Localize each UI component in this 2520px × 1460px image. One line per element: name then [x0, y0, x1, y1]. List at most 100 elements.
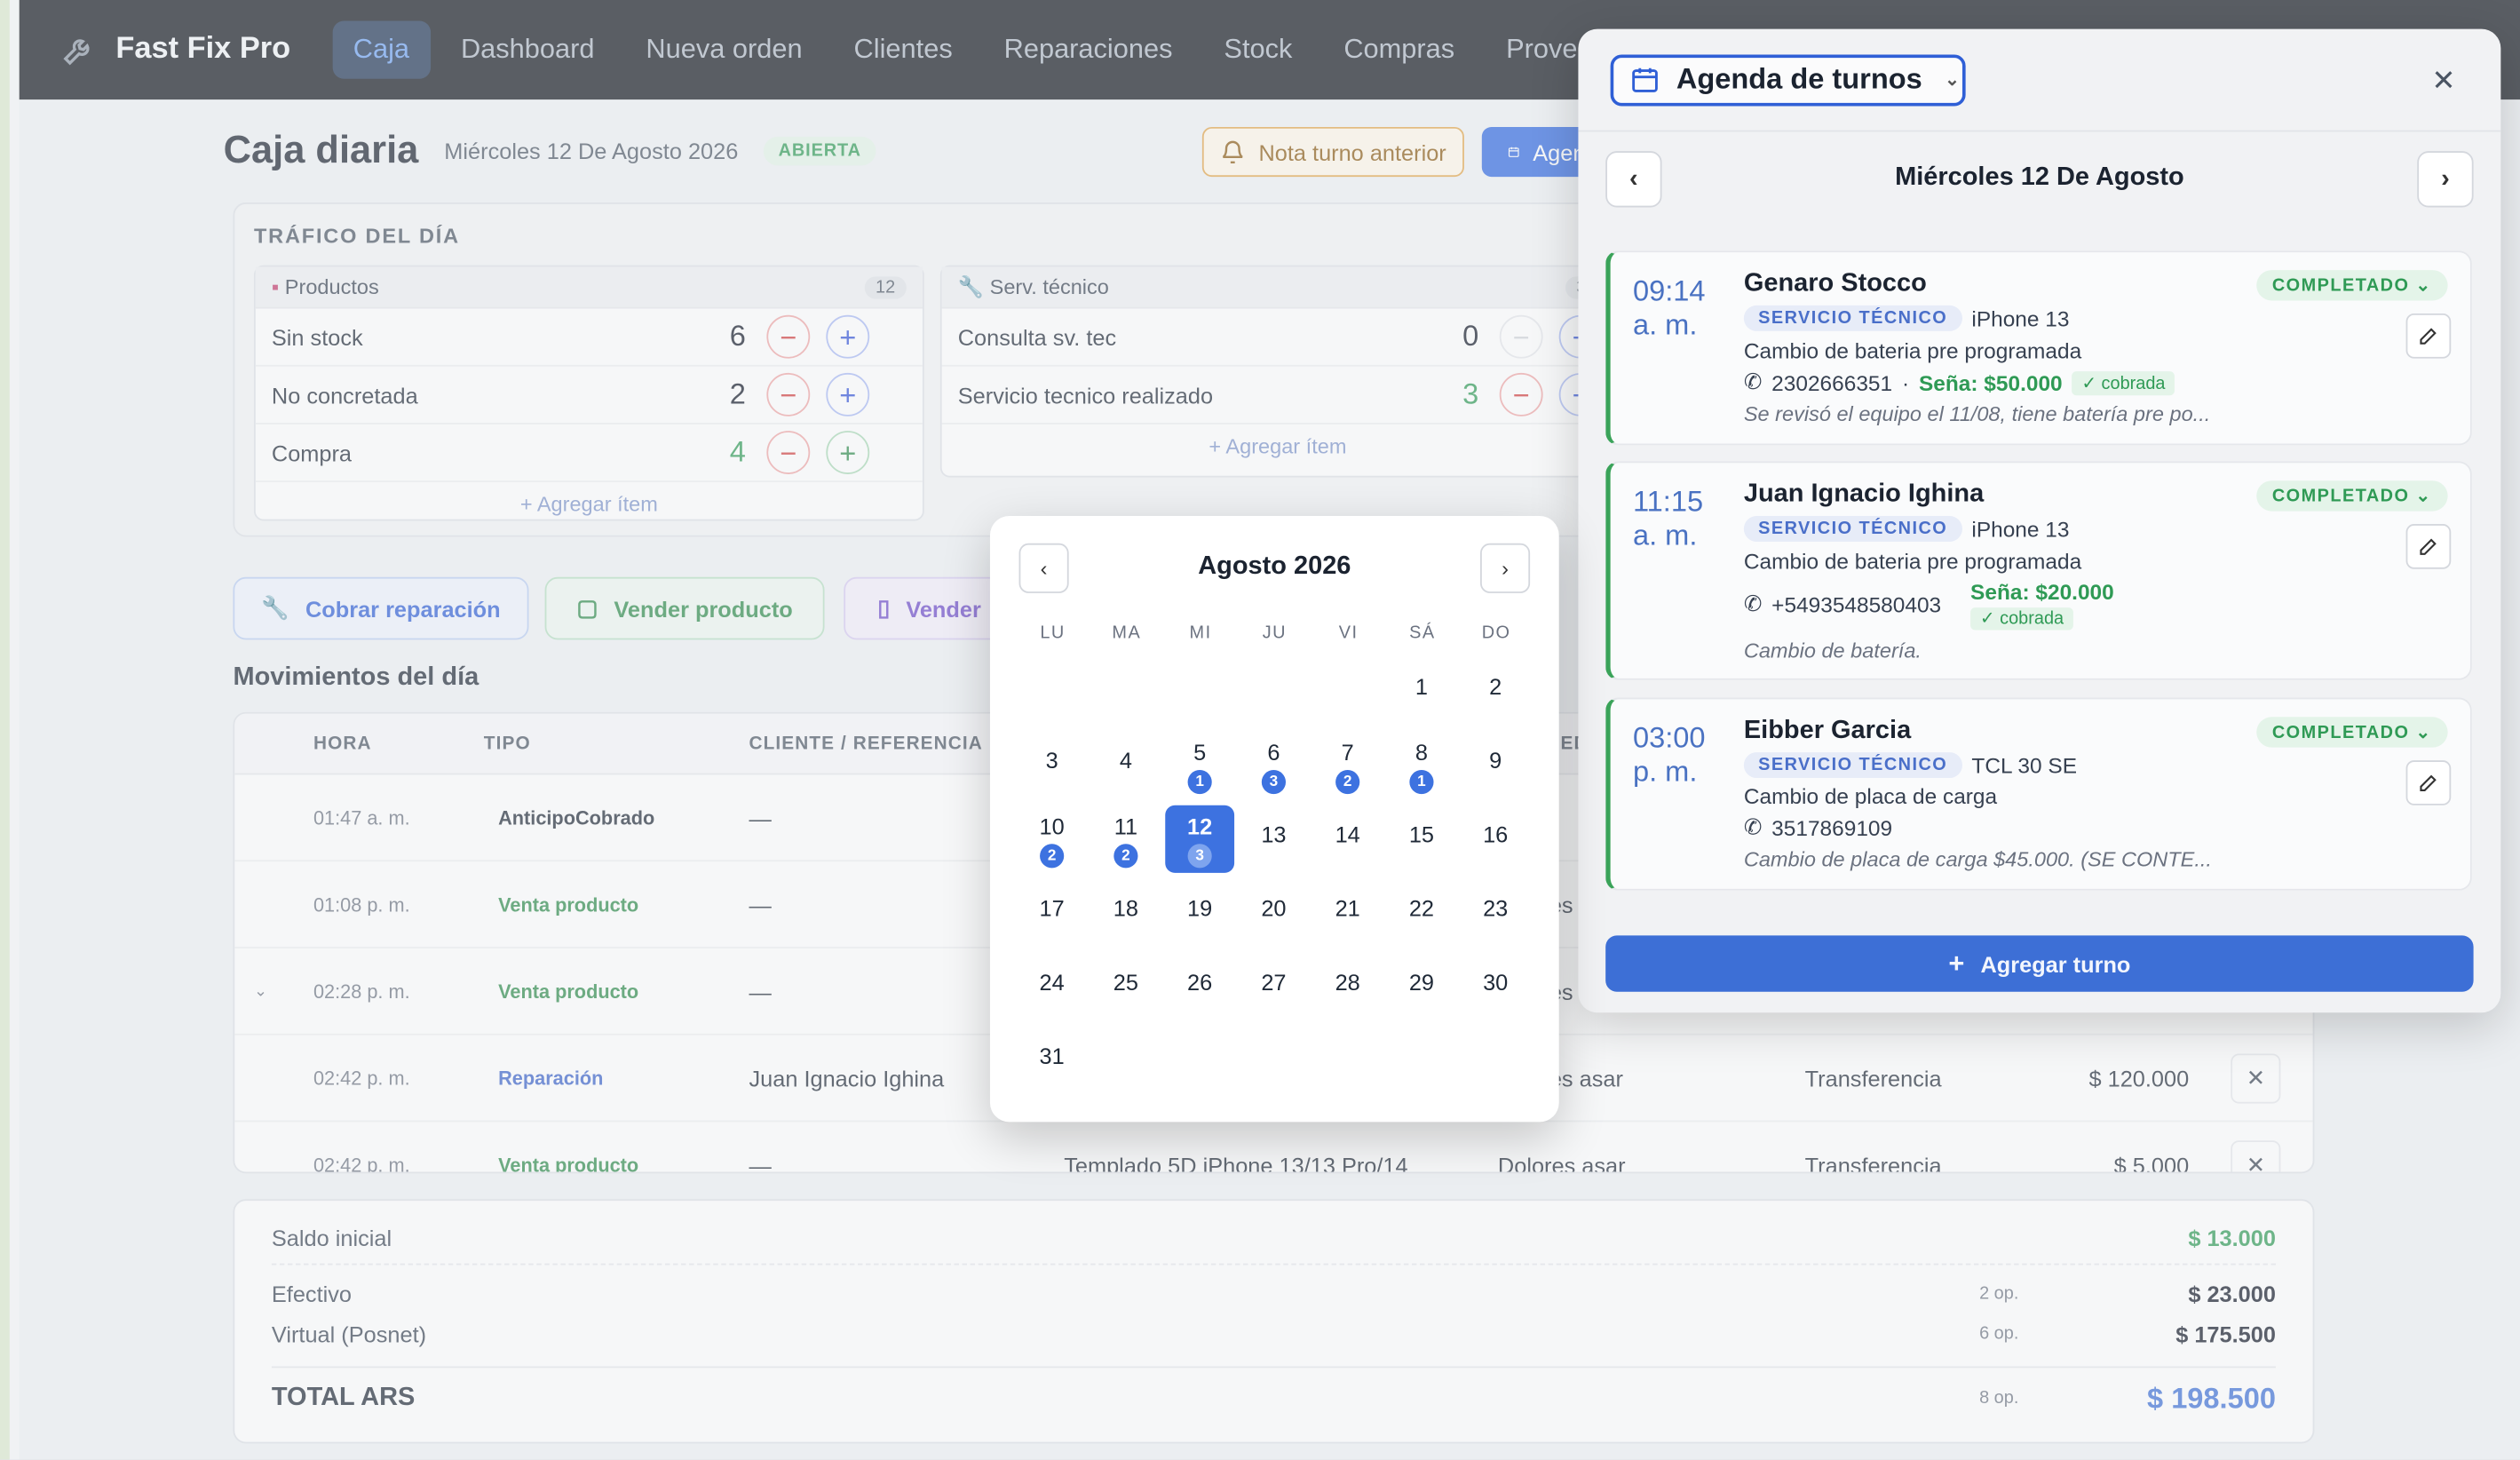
appt-desc: Cambio de bateria pre programada — [1743, 338, 2082, 364]
calendar-day[interactable]: 51 — [1165, 732, 1234, 799]
calendar-day[interactable]: 17 — [1018, 895, 1087, 963]
calendar-day[interactable]: 29 — [1387, 969, 1456, 1036]
day-number: 4 — [1119, 747, 1132, 774]
appointment-card[interactable]: 11:15 a. m. Juan Ignacio Ighina COMPLETAD… — [1605, 461, 2472, 680]
calendar-icon — [1632, 67, 1658, 92]
calendar-day[interactable]: 9 — [1461, 748, 1530, 815]
calendar-day[interactable]: 22 — [1387, 895, 1456, 963]
calendar-day[interactable]: 13 — [1240, 821, 1309, 889]
appt-sena: Seña: $20.000 — [1970, 580, 2114, 605]
calendar-day[interactable]: 30 — [1461, 969, 1530, 1036]
day-number: 20 — [1261, 895, 1287, 922]
day-number: 10 — [1039, 813, 1065, 839]
appointment-count-badge: 2 — [1335, 769, 1360, 795]
calendar-day[interactable]: 16 — [1461, 821, 1530, 889]
appointment-count-badge: 2 — [1113, 844, 1138, 869]
cobrada-badge: ✓ cobrada — [1970, 607, 2073, 631]
weekday-label: LU — [1040, 623, 1066, 643]
calendar-day[interactable]: 63 — [1240, 732, 1309, 799]
appointment-count-badge: 1 — [1409, 769, 1434, 795]
appt-tag-line: SERVICIO TÉCNICO iPhone 13 — [1743, 516, 2069, 542]
calendar-day[interactable]: 81 — [1387, 732, 1456, 799]
day-number: 16 — [1483, 821, 1509, 847]
calendar-day[interactable]: 31 — [1018, 1043, 1087, 1111]
appt-hour: 11:15 — [1632, 485, 1704, 518]
close-icon[interactable]: ✕ — [2431, 64, 2455, 98]
day-number: 15 — [1408, 821, 1435, 847]
appt-desc: Cambio de bateria pre programada — [1743, 550, 2082, 575]
calendar-day[interactable]: 72 — [1313, 732, 1383, 799]
appt-tag-line: SERVICIO TÉCNICO TCL 30 SE — [1743, 752, 2077, 779]
calendar-day[interactable]: 23 — [1461, 895, 1530, 963]
day-number: 23 — [1483, 895, 1509, 922]
calendar-day[interactable]: 14 — [1313, 821, 1383, 889]
calendar-day[interactable]: 10 2 — [1018, 805, 1087, 873]
calendar-day[interactable]: 26 — [1165, 969, 1234, 1036]
appt-ampm: a. m. — [1632, 519, 1698, 551]
calendar-day[interactable]: 11 2 — [1091, 805, 1161, 873]
add-appointment-button[interactable]: + Agregar turno — [1605, 935, 2474, 992]
edit-icon[interactable] — [2405, 313, 2452, 359]
day-number: 18 — [1113, 895, 1138, 922]
app-window: Fast Fix Pro Caja Dashboard Nueva orden … — [0, 0, 2520, 1460]
appt-note: Cambio de batería. — [1743, 638, 1922, 663]
next-day-button[interactable]: › — [2417, 151, 2474, 208]
appt-ampm: p. m. — [1632, 755, 1698, 788]
day-number: 7 — [1341, 739, 1354, 766]
appt-device: iPhone 13 — [1971, 305, 2070, 330]
appointment-card[interactable]: 09:14 a. m. Genaro Stocco COMPLETADO ⌄ SE… — [1605, 250, 2472, 446]
calendar-day[interactable]: 19 — [1165, 895, 1234, 963]
appt-hour: 03:00 — [1632, 721, 1706, 754]
weekday-label: VI — [1338, 623, 1359, 643]
status-dropdown[interactable]: COMPLETADO ⌄ — [2255, 717, 2448, 748]
appt-contact-line: ✆ +5493548580403 — [1744, 591, 1941, 617]
day-number: 1 — [1415, 673, 1428, 700]
appt-sena: Seña: $50.000 — [1918, 370, 2063, 395]
status-label: COMPLETADO — [2271, 723, 2410, 743]
appt-sena-block: Seña: $20.000 ✓ cobrada — [1970, 580, 2114, 631]
day-number: 14 — [1335, 821, 1360, 847]
calendar-day[interactable]: 2 — [1461, 673, 1530, 741]
appt-contact-line: ✆ 3517869109 — [1744, 815, 1892, 841]
day-number: 2 — [1489, 673, 1502, 700]
panel-header: Agenda de turnos ⌄ ✕ — [1578, 29, 2501, 132]
calendar-day[interactable]: 25 — [1091, 969, 1161, 1036]
appointment-card[interactable]: 03:00 p. m. Eibber Garcia COMPLETADO ⌄ SE… — [1605, 697, 2472, 891]
status-dropdown[interactable]: COMPLETADO ⌄ — [2255, 480, 2448, 512]
phone-icon: ✆ — [1743, 369, 1763, 394]
agenda-selector[interactable]: Agenda de turnos ⌄ — [1610, 53, 1966, 106]
day-number: 3 — [1045, 747, 1058, 774]
calendar-day[interactable]: 15 — [1387, 821, 1456, 889]
appt-name: Eibber Garcia — [1743, 717, 1912, 745]
calendar-day[interactable]: 24 — [1018, 969, 1087, 1036]
day-number: 28 — [1335, 969, 1360, 996]
edit-icon[interactable] — [2405, 524, 2452, 569]
calendar-popup: ‹ Agosto 2026 › LU MA MI JU VI SÁ DO 1 2 3 4 5 1 6 3 7 2… — [989, 516, 1559, 1123]
next-month-button[interactable]: › — [1480, 543, 1531, 593]
status-label: COMPLETADO — [2271, 487, 2410, 507]
status-dropdown[interactable]: COMPLETADO ⌄ — [2255, 270, 2448, 301]
calendar-day[interactable]: 21 — [1313, 895, 1383, 963]
calendar-day[interactable]: 18 — [1091, 895, 1161, 963]
day-number: 5 — [1193, 739, 1207, 766]
appt-note: Cambio de placa de carga $45.000. (SE CO… — [1743, 846, 2212, 872]
calendar-day[interactable]: 28 — [1313, 969, 1383, 1036]
appt-time: 09:14 a. m. — [1633, 275, 1732, 343]
agenda-panel: Agenda de turnos ⌄ ✕ ‹ Miércoles 12 De A… — [1578, 28, 2501, 1013]
day-number: 13 — [1261, 821, 1287, 847]
calendar-day[interactable]: 12 3 — [1165, 805, 1235, 873]
day-number: 26 — [1187, 969, 1213, 996]
calendar-day[interactable]: 20 — [1240, 895, 1309, 963]
appt-note: Se revisó el equipo el 11/08, tiene bate… — [1743, 401, 2211, 426]
add-appointment-label: Agregar turno — [1980, 950, 2131, 977]
prev-day-button[interactable]: ‹ — [1605, 151, 1662, 208]
service-tag: SERVICIO TÉCNICO — [1743, 516, 1962, 542]
edit-icon[interactable] — [2405, 760, 2452, 805]
appt-contact-line: ✆ 2302666351 · Seña: $50.000 ✓ cobrada — [1744, 369, 2175, 395]
appointment-count-badge: 3 — [1187, 844, 1212, 869]
day-navigator: ‹ Miércoles 12 De Agosto › — [1578, 131, 2500, 225]
calendar-day[interactable]: 27 — [1240, 969, 1309, 1036]
phone-icon: ✆ — [1743, 814, 1763, 839]
appt-time: 03:00 p. m. — [1633, 722, 1732, 790]
weekday-label: MI — [1189, 623, 1212, 643]
